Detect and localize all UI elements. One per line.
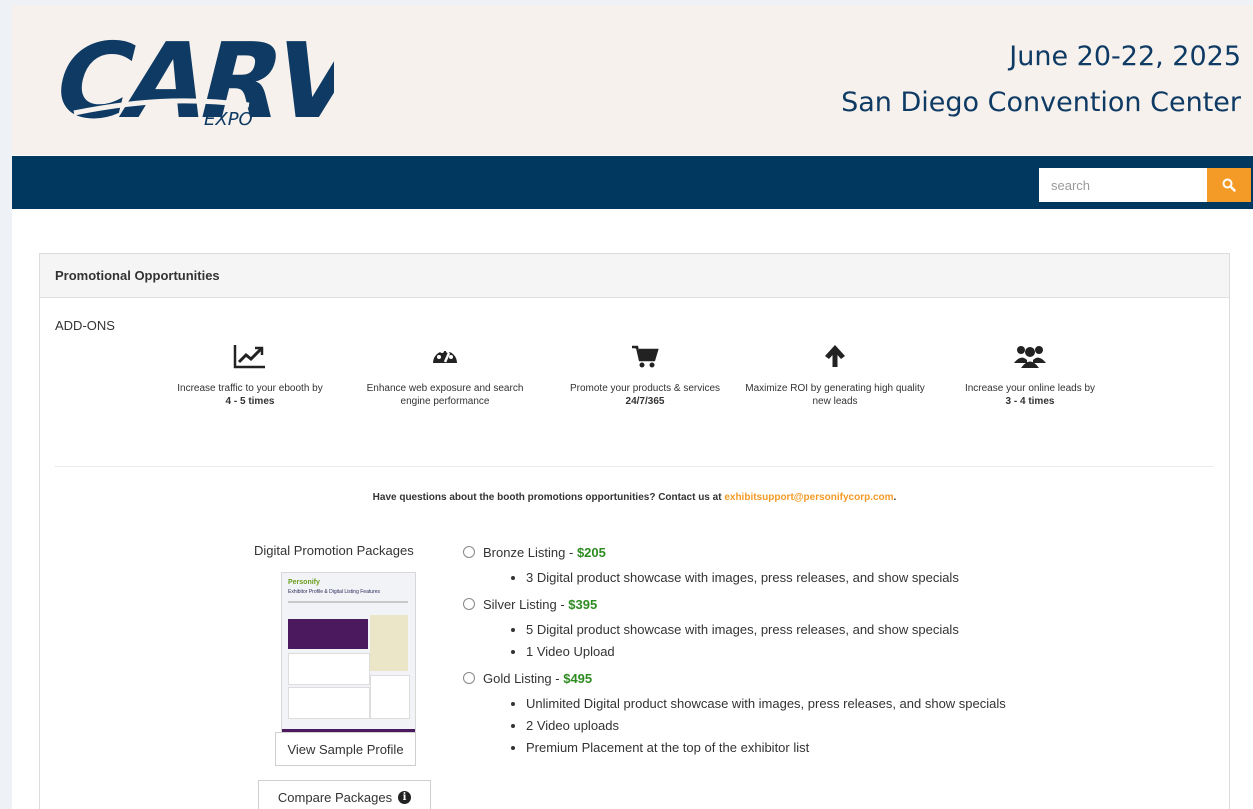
package-option-silver[interactable]: Silver Listing - $395 <box>463 595 1163 613</box>
sample-profile-image[interactable]: Personify Exhibitor Profile & Digital Li… <box>281 572 416 738</box>
logo-sub-text: EXPO <box>204 109 253 130</box>
package-name: Bronze Listing <box>483 544 566 560</box>
feature-emphasis: 3 - 4 times <box>1005 396 1055 407</box>
feature-traffic: Increase traffic to your ebooth by 4 - 5… <box>160 340 340 408</box>
list-item: 3 Digital product showcase with images, … <box>526 567 1163 589</box>
compare-label: Compare Packages <box>277 789 393 805</box>
feature-roi: Maximize ROI by generating high quality … <box>745 340 925 408</box>
feature-text: Increase traffic to your ebooth by <box>177 383 323 394</box>
event-date: June 20-22, 2025 <box>1009 41 1241 72</box>
radio-silver[interactable] <box>463 598 475 610</box>
search-input[interactable] <box>1039 168 1207 202</box>
package-price: $395 <box>568 596 598 612</box>
contact-email-link[interactable]: exhibitsupport@personifycorp.com <box>724 492 893 503</box>
package-name: Silver Listing <box>483 596 557 612</box>
nav-bar <box>12 156 1253 209</box>
contact-line: Have questions about the booth promotion… <box>40 492 1229 503</box>
package-price: $205 <box>576 544 606 560</box>
feature-text: Promote your products & services <box>569 383 721 394</box>
package-name: Gold Listing <box>483 670 552 686</box>
list-item: 1 Video Upload <box>526 641 1163 663</box>
feature-text: Enhance web exposure and search engine p… <box>366 383 524 407</box>
package-options: Bronze Listing - $205 3 Digital product … <box>463 543 1163 765</box>
site-header: CARV EXPO June 20-22, 2025 San Diego Con… <box>12 5 1253 155</box>
radio-gold[interactable] <box>463 672 475 684</box>
event-venue: San Diego Convention Center <box>841 87 1241 118</box>
divider <box>55 466 1213 467</box>
arrow-up-icon <box>825 345 845 367</box>
radio-bronze[interactable] <box>463 546 475 558</box>
feature-leads: Increase your online leads by 3 - 4 time… <box>940 340 1120 408</box>
package-features-gold: Unlimited Digital product showcase with … <box>463 693 1163 759</box>
addons-label: ADD-ONS <box>55 318 115 333</box>
list-item: 2 Video uploads <box>526 715 1163 737</box>
tachometer-icon <box>433 349 457 363</box>
carv-expo-logo[interactable]: CARV EXPO <box>34 5 334 155</box>
feature-exposure: Enhance web exposure and search engine p… <box>355 340 535 408</box>
list-item: 5 Digital product showcase with images, … <box>526 619 1163 641</box>
search-icon <box>1222 178 1236 192</box>
panel-title: Promotional Opportunities <box>40 254 1229 298</box>
sample-content <box>370 675 410 719</box>
contact-text: Have questions about the booth promotion… <box>372 492 722 503</box>
package-option-bronze[interactable]: Bronze Listing - $205 <box>463 543 1163 561</box>
list-item: Unlimited Digital product showcase with … <box>526 693 1163 715</box>
package-sep: - <box>565 544 577 560</box>
sample-sidebar <box>370 615 408 671</box>
contact-end: . <box>893 492 897 503</box>
shopping-cart-icon <box>632 345 659 368</box>
sample-banner <box>288 619 368 649</box>
compare-packages-button[interactable]: Compare Packages i <box>258 780 431 809</box>
sample-heading: Exhibitor Profile & Digital Listing Feat… <box>288 589 380 595</box>
feature-text: Increase your online leads by <box>964 383 1096 394</box>
sample-brand: Personify <box>288 579 320 586</box>
page: CARV EXPO June 20-22, 2025 San Diego Con… <box>12 5 1253 809</box>
package-sep: - <box>551 670 564 686</box>
package-features-silver: 5 Digital product showcase with images, … <box>463 619 1163 663</box>
sample-content <box>288 653 370 685</box>
logo-main-text: CARV <box>42 20 334 141</box>
line-chart-icon <box>233 345 265 369</box>
view-sample-profile-button[interactable]: View Sample Profile <box>275 732 416 766</box>
promotional-panel: Promotional Opportunities ADD-ONS Increa… <box>39 253 1230 809</box>
feature-text: Maximize ROI by generating high quality … <box>745 383 925 407</box>
feature-promote: Promote your products & services 24/7/36… <box>555 340 735 408</box>
package-sep: - <box>556 596 569 612</box>
sample-content <box>288 687 370 719</box>
users-icon <box>1014 346 1046 368</box>
feature-emphasis: 4 - 5 times <box>225 396 275 407</box>
package-price: $495 <box>563 670 593 686</box>
packages-title: Digital Promotion Packages <box>254 543 414 558</box>
info-icon: i <box>398 790 412 804</box>
search-button[interactable] <box>1207 168 1251 202</box>
package-option-gold[interactable]: Gold Listing - $495 <box>463 669 1163 687</box>
package-features-bronze: 3 Digital product showcase with images, … <box>463 567 1163 589</box>
feature-emphasis: 24/7/365 <box>625 396 665 407</box>
list-item: Premium Placement at the top of the exhi… <box>526 737 1163 759</box>
addon-features: Increase traffic to your ebooth by 4 - 5… <box>160 340 1120 430</box>
